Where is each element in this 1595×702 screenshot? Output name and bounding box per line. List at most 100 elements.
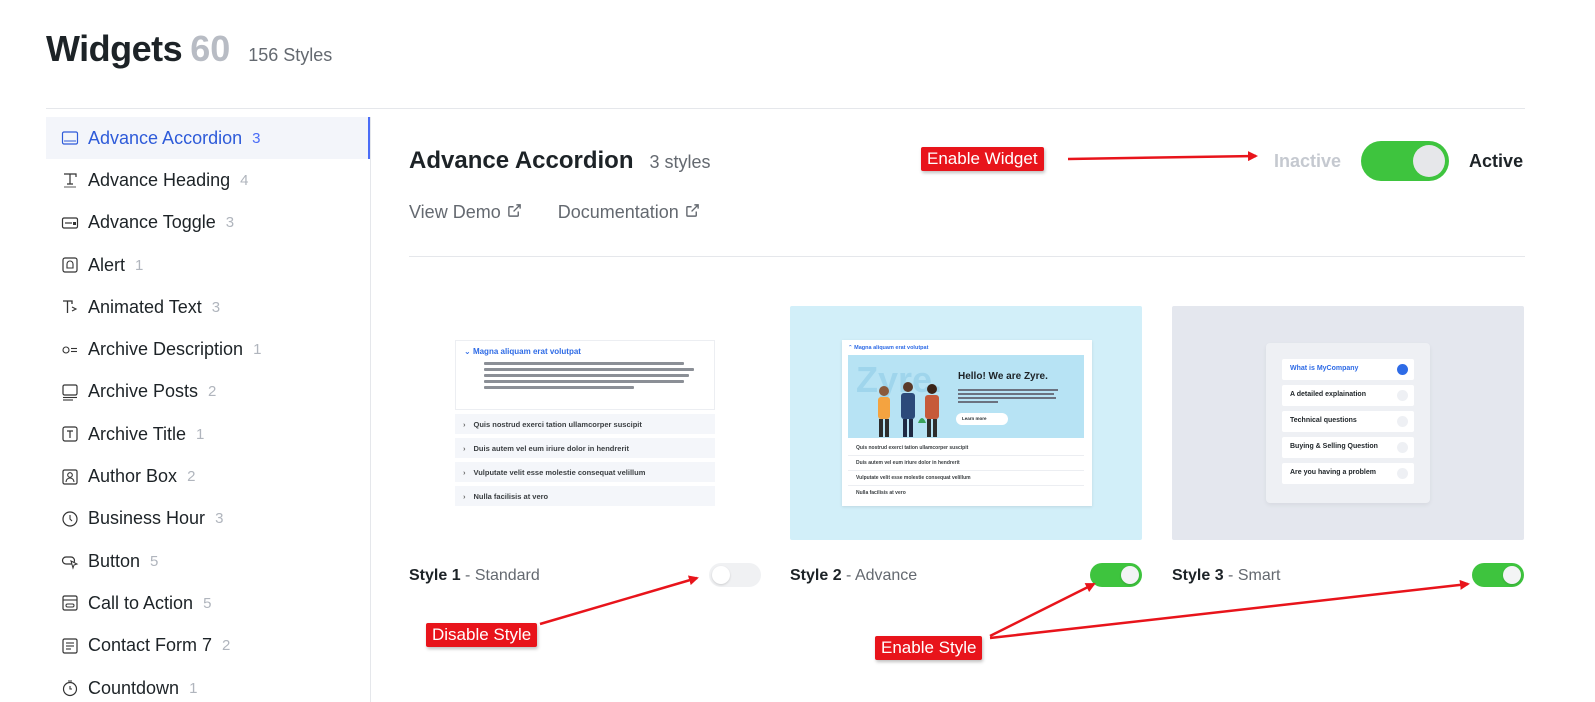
- heading-icon: [60, 170, 80, 190]
- sidebar-item-count: 2: [222, 637, 231, 655]
- style-3-preview[interactable]: What is MyCompany A detailed explainatio…: [1172, 306, 1524, 540]
- chevron-right-icon: [1397, 442, 1408, 453]
- toggle-knob: [1503, 566, 1521, 584]
- sidebar-item-label: Call to Action: [88, 592, 194, 613]
- archive-description-icon: [60, 340, 80, 360]
- sidebar-item-label: Archive Title: [88, 423, 187, 444]
- learn-more-label: Learn more: [962, 416, 987, 421]
- faq-item-label: A detailed explaination: [1290, 391, 1366, 398]
- toggle-knob: [1413, 145, 1446, 177]
- sidebar-item-call-to-action[interactable]: Call to Action 5: [46, 582, 370, 624]
- style-1-preview[interactable]: ⌄ Magna aliquam erat volutpat › Quis nost…: [409, 306, 761, 540]
- sidebar-item-label: Alert: [88, 254, 126, 275]
- faq-item-label: Buying & Selling Question: [1290, 443, 1378, 450]
- accordion-row: › Quis nostrud exerci tation ullamcorper …: [455, 414, 715, 434]
- style-2-preview[interactable]: ⌃ Magna aliquam erat volutpat Zyre. Hell…: [790, 306, 1142, 540]
- arrow-disable-style: [539, 575, 699, 626]
- sidebar-item-advance-accordion[interactable]: Advance Accordion 3: [46, 117, 370, 160]
- sidebar-item-archive-posts[interactable]: Archive Posts 2: [46, 371, 370, 413]
- chevron-down-icon: ⌄: [464, 347, 473, 356]
- sidebar-item-business-hour[interactable]: Business Hour 3: [46, 498, 370, 540]
- documentation-link[interactable]: Documentation: [558, 202, 700, 223]
- text-line: [484, 368, 694, 371]
- style-1-toggle[interactable]: [709, 563, 761, 587]
- sidebar-item-archive-title[interactable]: Archive Title 1: [46, 413, 370, 455]
- accordion-row: › Vulputate velit esse molestie consequat…: [455, 462, 715, 482]
- sidebar-item-animated-text[interactable]: Animated Text 3: [46, 286, 370, 328]
- sidebar-item-count: 3: [225, 214, 235, 232]
- chevron-right-icon: [1397, 468, 1408, 479]
- chevron-right-icon: ›: [463, 419, 466, 429]
- sidebar-item-count: 1: [135, 256, 144, 274]
- view-demo-link[interactable]: View Demo: [409, 202, 522, 223]
- hero-banner: Zyre. Hello! We are Zyre. Learn more: [848, 355, 1084, 438]
- style-2-toggle[interactable]: [1090, 563, 1142, 587]
- sidebar-item-label: Countdown: [88, 677, 180, 698]
- style-card-1: ⌄ Magna aliquam erat volutpat › Quis nost…: [409, 306, 761, 587]
- style-card-3: What is MyCompany A detailed explainatio…: [1172, 306, 1524, 587]
- top-divider: [46, 108, 1525, 109]
- text-line: [484, 380, 684, 383]
- widget-styles-count: 3 styles: [649, 152, 711, 172]
- sidebar-item-count: 1: [253, 341, 262, 359]
- page-title: Widgets: [46, 28, 183, 69]
- widget-title: Advance Accordion: [409, 147, 634, 174]
- sidebar-item-contact-form-7[interactable]: Contact Form 7 2: [46, 625, 370, 667]
- style-3-label: Style 3 - Smart: [1172, 567, 1281, 585]
- sidebar-item-countdown[interactable]: Countdown 1: [46, 667, 370, 702]
- animated-text-icon: [60, 297, 80, 317]
- faq-item: Buying & Selling Question: [1282, 437, 1414, 458]
- sidebar-item-alert[interactable]: Alert 1: [46, 244, 370, 286]
- text-line: [484, 386, 634, 389]
- faq-item-label: What is MyCompany: [1290, 365, 1359, 372]
- sidebar-item-author-box[interactable]: Author Box 2: [46, 455, 370, 497]
- text-line: [484, 362, 684, 365]
- sidebar-item-count: 1: [189, 679, 198, 697]
- call-to-action-icon: [60, 593, 80, 613]
- style-name: Style 1: [409, 567, 461, 584]
- toggle-knob: [712, 566, 730, 584]
- style-3-toggle[interactable]: [1472, 563, 1524, 587]
- chevron-right-icon: [1397, 390, 1408, 401]
- accordion-preview-card: ⌃ Magna aliquam erat volutpat Zyre. Hell…: [842, 340, 1092, 506]
- arrow-enable-widget: [1067, 151, 1258, 162]
- sidebar-item-label: Archive Posts: [88, 381, 199, 402]
- accordion-row-label: Vulputate velit esse molestie consequat …: [473, 467, 646, 477]
- accordion-row: Duis autem vel eum iriure dolor in hendr…: [848, 456, 1084, 471]
- text-line: [958, 393, 1054, 395]
- sidebar-item-button[interactable]: Button 5: [46, 540, 370, 582]
- inactive-label: Inactive: [1274, 150, 1342, 171]
- faq-item-label: Technical questions: [1290, 417, 1357, 424]
- sidebar-item-count: 3: [252, 129, 261, 147]
- accordion-row-label: Duis autem vel eum iriure dolor in hendr…: [473, 443, 629, 453]
- widget-enable-toggle[interactable]: [1361, 141, 1450, 181]
- text-line: [958, 389, 1058, 391]
- accordion-row-label: Quis nostrud exerci tation ullamcorper s…: [473, 419, 642, 429]
- accordion-row: › Duis autem vel eum iriure dolor in hend…: [455, 438, 715, 458]
- sidebar-item-advance-heading[interactable]: Advance Heading 4: [46, 159, 370, 201]
- chevron-right-icon: ›: [463, 467, 466, 477]
- accordion-body-lines: [484, 362, 706, 389]
- accordion-open-item: ⌄ Magna aliquam erat volutpat: [455, 340, 715, 410]
- external-link-icon: [507, 202, 522, 223]
- sidebar-item-label: Author Box: [88, 466, 178, 487]
- button-icon: [60, 551, 80, 571]
- sidebar-item-count: 2: [208, 383, 217, 401]
- text-line: [484, 374, 689, 377]
- toggle-knob: [1121, 566, 1139, 584]
- style-card-2: ⌃ Magna aliquam erat volutpat Zyre. Hell…: [790, 306, 1142, 587]
- accordion-icon: [60, 128, 80, 148]
- contact-form-icon: [60, 636, 80, 656]
- widget-count: 60: [190, 28, 231, 69]
- text-line: [958, 401, 998, 403]
- sidebar-item-label: Animated Text: [88, 296, 202, 317]
- external-link-icon: [685, 202, 700, 223]
- view-demo-label: View Demo: [409, 202, 501, 222]
- accordion-row: Nulla facilisis at vero: [856, 490, 906, 496]
- sidebar-item-label: Button: [88, 550, 141, 571]
- author-box-icon: [60, 467, 80, 487]
- sidebar-item-archive-description[interactable]: Archive Description 1: [46, 328, 370, 370]
- sidebar-item-advance-toggle[interactable]: Advance Toggle 3: [46, 202, 370, 244]
- sidebar-item-label: Contact Form 7: [88, 635, 213, 656]
- learn-more-button: Learn more: [956, 413, 1008, 425]
